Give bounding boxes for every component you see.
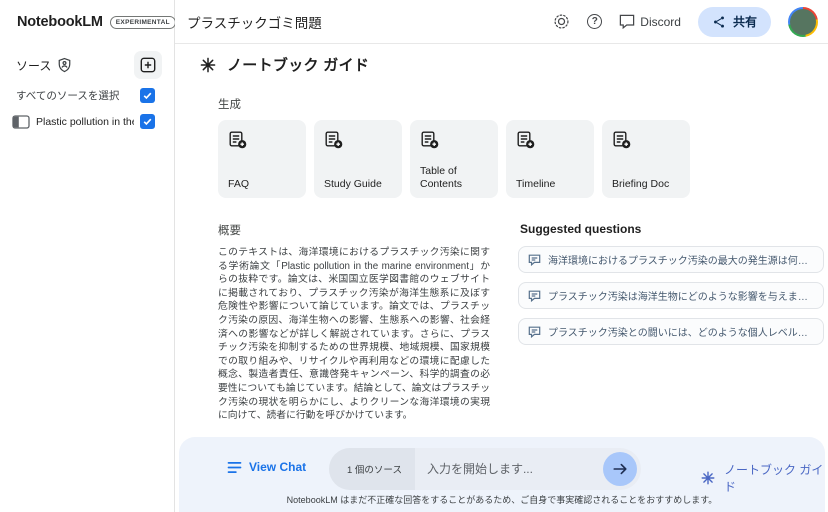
source-title: Plastic pollution in the... <box>36 116 134 128</box>
help-icon: ? <box>587 14 602 29</box>
card-label: Timeline <box>516 178 584 191</box>
chat-question-icon <box>528 326 541 338</box>
share-icon <box>712 15 726 29</box>
add-source-button[interactable] <box>134 51 162 79</box>
chat-input[interactable] <box>415 462 603 476</box>
select-all-checkbox[interactable] <box>140 88 155 103</box>
card-timeline[interactable]: Timeline <box>506 120 594 198</box>
chat-question-icon <box>528 254 541 266</box>
share-label: 共有 <box>733 13 757 30</box>
sparkle-icon <box>200 57 216 73</box>
guide-header: ノートブック ガイド <box>200 54 369 75</box>
note-add-icon <box>420 130 488 149</box>
note-add-icon <box>228 130 296 149</box>
disclaimer-text: NotebookLM はまだ不正確な回答をすることがあるため、ご自身で事実確認さ… <box>179 493 825 506</box>
summary-title: 概要 <box>218 222 241 238</box>
notebook-topbar: プラスチックゴミ問題 ? <box>175 0 828 44</box>
note-add-icon <box>516 130 584 149</box>
generate-cards: FAQ Study Guide Table of Contents Timeli… <box>218 120 690 198</box>
card-briefing-doc[interactable]: Briefing Doc <box>602 120 690 198</box>
discord-label: Discord <box>640 15 681 29</box>
select-all-label: すべてのソースを選択 <box>16 88 119 103</box>
sidebar-header: NotebookLM EXPERIMENTAL <box>0 0 174 44</box>
suggested-questions-title: Suggested questions <box>520 222 641 236</box>
suggested-question-chip[interactable]: 海洋環境におけるプラスチック汚染の最大の発生源は何です... <box>518 246 824 273</box>
experimental-badge: EXPERIMENTAL <box>110 16 176 29</box>
question-label: 海洋環境におけるプラスチック汚染の最大の発生源は何です... <box>548 252 814 267</box>
add-source-icon <box>140 57 156 73</box>
source-list-item[interactable]: Plastic pollution in the... <box>12 114 155 129</box>
select-all-row: すべてのソースを選択 <box>16 88 155 103</box>
topbar-actions: ? Discord <box>553 7 820 37</box>
source-count-badge: 1 個のソース <box>329 448 415 490</box>
sparkle-icon <box>701 471 715 485</box>
suggested-question-chip[interactable]: プラスチック汚染との闘いには、どのような個人レベルおよ... <box>518 318 824 345</box>
share-button[interactable]: 共有 <box>698 7 771 37</box>
summary-text: このテキストは、海洋環境におけるプラスチック汚染に関する学術論文「Plastic… <box>218 246 490 423</box>
discord-button[interactable]: Discord <box>619 14 681 29</box>
notebooklm-app: NotebookLM EXPERIMENTAL ソース <box>0 0 828 512</box>
account-avatar[interactable] <box>788 7 818 37</box>
card-label: Briefing Doc <box>612 178 680 191</box>
main-panel: プラスチックゴミ問題 ? <box>175 0 828 512</box>
sources-label: ソース <box>16 57 51 74</box>
generate-label: 生成 <box>218 96 241 112</box>
note-add-icon <box>324 130 392 149</box>
notebook-title: プラスチックゴミ問題 <box>187 12 322 32</box>
card-table-of-contents[interactable]: Table of Contents <box>410 120 498 198</box>
guide-title: ノートブック ガイド <box>227 54 369 75</box>
source-checkbox[interactable] <box>140 114 155 129</box>
chat-lines-icon <box>227 461 242 474</box>
chat-input-pill: 1 個のソース <box>329 448 641 490</box>
theme-toggle-button[interactable] <box>553 13 570 30</box>
send-button[interactable] <box>603 452 637 486</box>
card-label: FAQ <box>228 178 296 191</box>
card-study-guide[interactable]: Study Guide <box>314 120 402 198</box>
question-label: プラスチック汚染との闘いには、どのような個人レベルおよ... <box>548 324 814 339</box>
app-logo: NotebookLM <box>17 14 103 30</box>
sources-sidebar: NotebookLM EXPERIMENTAL ソース <box>0 0 175 512</box>
article-icon <box>12 115 30 129</box>
chat-bubble-icon <box>619 14 635 29</box>
suggested-question-chip[interactable]: プラスチック汚染は海洋生物にどのような影響を与えますか？ <box>518 282 824 309</box>
shield-icon <box>57 57 72 73</box>
suggested-questions: 海洋環境におけるプラスチック汚染の最大の発生源は何です... プラスチック汚染は… <box>518 246 824 345</box>
note-add-icon <box>612 130 680 149</box>
card-label: Study Guide <box>324 178 392 191</box>
view-chat-label: View Chat <box>249 460 306 474</box>
help-button[interactable]: ? <box>587 14 602 29</box>
notebook-guide-toggle[interactable]: ノートブック ガイド <box>701 461 825 495</box>
chat-bar: View Chat 1 個のソース <box>179 437 825 512</box>
guide-link-label: ノートブック ガイド <box>724 461 825 495</box>
arrow-right-icon <box>612 461 628 477</box>
question-label: プラスチック汚染は海洋生物にどのような影響を与えますか？ <box>548 288 814 303</box>
dark-mode-icon <box>553 13 570 30</box>
card-label: Table of Contents <box>420 165 488 190</box>
sources-header: ソース <box>16 50 162 80</box>
view-chat-button[interactable]: View Chat <box>227 460 306 474</box>
card-faq[interactable]: FAQ <box>218 120 306 198</box>
chat-question-icon <box>528 290 541 302</box>
